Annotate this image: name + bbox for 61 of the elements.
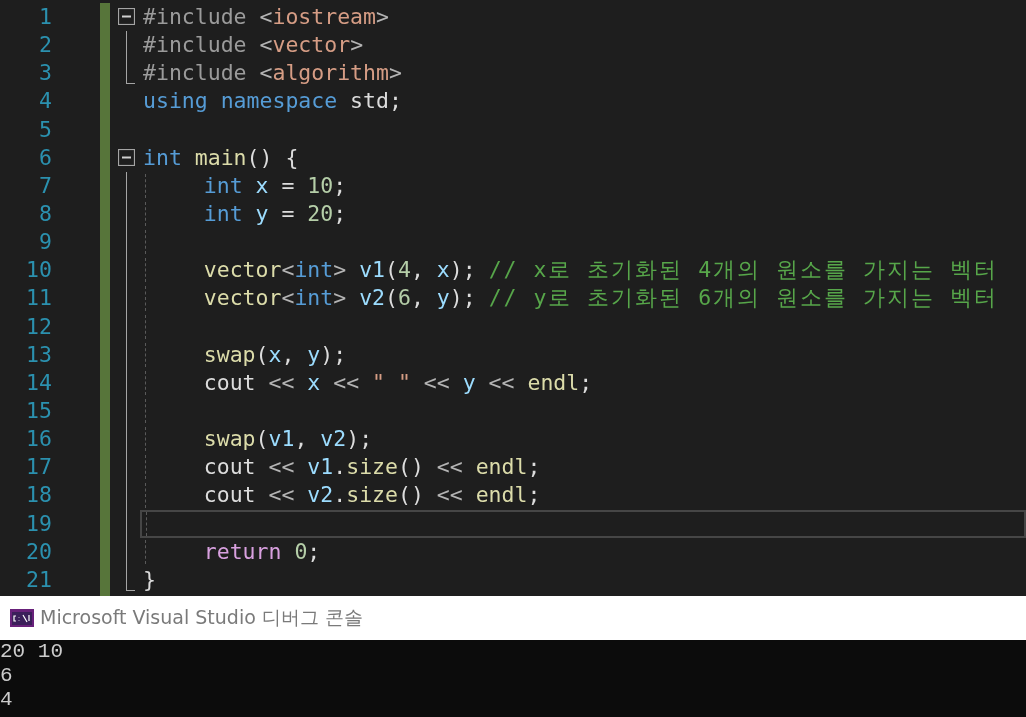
line-number: 8 bbox=[39, 200, 52, 228]
indent-guide bbox=[145, 258, 146, 283]
code-line: vector<int> v2(6, y); // y로 초기화된 6개의 원소를 가지는 벡터 bbox=[202, 286, 999, 311]
line-number: 1 bbox=[39, 3, 52, 31]
line-number: 16 bbox=[26, 425, 52, 454]
code-line: swap(x, y); bbox=[202, 342, 347, 367]
line-number: 9 bbox=[39, 228, 52, 257]
code-line: #include <algorithm> bbox=[142, 61, 402, 86]
indent-guide bbox=[146, 511, 147, 536]
fold-end-line bbox=[126, 59, 135, 85]
line-number: 17 bbox=[26, 453, 52, 482]
indent-guide bbox=[145, 286, 146, 311]
code-line: cout << v1.size() << endl; bbox=[202, 455, 541, 480]
indent-guide bbox=[145, 427, 146, 452]
line-number: 6 bbox=[39, 143, 52, 172]
indent-guide bbox=[145, 230, 146, 255]
line-number: 12 bbox=[26, 312, 52, 341]
console-title: Microsoft Visual Studio 디버그 콘솔 bbox=[40, 605, 363, 630]
console-output-line: 6 bbox=[0, 664, 14, 688]
console-output-line: 4 bbox=[0, 688, 14, 712]
code-line: int x = 10; bbox=[202, 173, 347, 198]
indent-guide bbox=[145, 370, 146, 395]
line-number: 18 bbox=[26, 481, 52, 510]
code-line: return 0; bbox=[202, 539, 321, 564]
indent-guide bbox=[145, 314, 146, 339]
code-line: cout << x << " " << y << endl; bbox=[202, 370, 593, 395]
code-line: #include <vector> bbox=[142, 33, 364, 58]
code-line: swap(v1, v2); bbox=[202, 427, 373, 452]
indent-guide bbox=[145, 202, 146, 227]
line-number: 19 bbox=[26, 509, 52, 538]
line-number: 21 bbox=[26, 565, 52, 594]
fold-line bbox=[126, 31, 127, 60]
code-line: vector<int> v1(4, x); // x로 초기화된 4개의 원소를 가지는 벡터 bbox=[202, 258, 999, 283]
collapse-icon[interactable] bbox=[118, 8, 135, 25]
indent-guide bbox=[145, 342, 146, 367]
line-number: 20 bbox=[26, 537, 52, 566]
indent-guide bbox=[145, 398, 146, 424]
fold-end-line bbox=[126, 565, 135, 591]
indent-guide bbox=[145, 173, 146, 198]
code-line: #include <iostream> bbox=[142, 5, 389, 30]
code-line: } bbox=[142, 567, 156, 592]
console-output-line: 20 10 bbox=[0, 640, 64, 664]
line-number: 14 bbox=[26, 368, 52, 397]
line-number: 3 bbox=[39, 59, 52, 88]
line-number: 5 bbox=[39, 115, 52, 144]
code-line: using namespace std; bbox=[142, 89, 402, 114]
code-line: cout << v2.size() << endl; bbox=[202, 483, 541, 508]
indent-guide bbox=[145, 455, 146, 480]
line-number: 2 bbox=[39, 31, 52, 60]
line-number: 11 bbox=[26, 284, 52, 313]
line-number: 4 bbox=[39, 87, 52, 116]
line-number: 10 bbox=[26, 256, 52, 285]
indent-guide bbox=[145, 483, 146, 508]
code-line: int y = 20; bbox=[202, 202, 347, 227]
code-line: int main() { bbox=[142, 145, 299, 170]
line-number: 7 bbox=[39, 171, 52, 200]
line-number: 13 bbox=[26, 340, 52, 369]
collapse-icon[interactable] bbox=[118, 148, 135, 166]
indent-guide bbox=[145, 539, 146, 564]
line-number: 15 bbox=[26, 396, 52, 425]
console-icon bbox=[10, 609, 34, 627]
